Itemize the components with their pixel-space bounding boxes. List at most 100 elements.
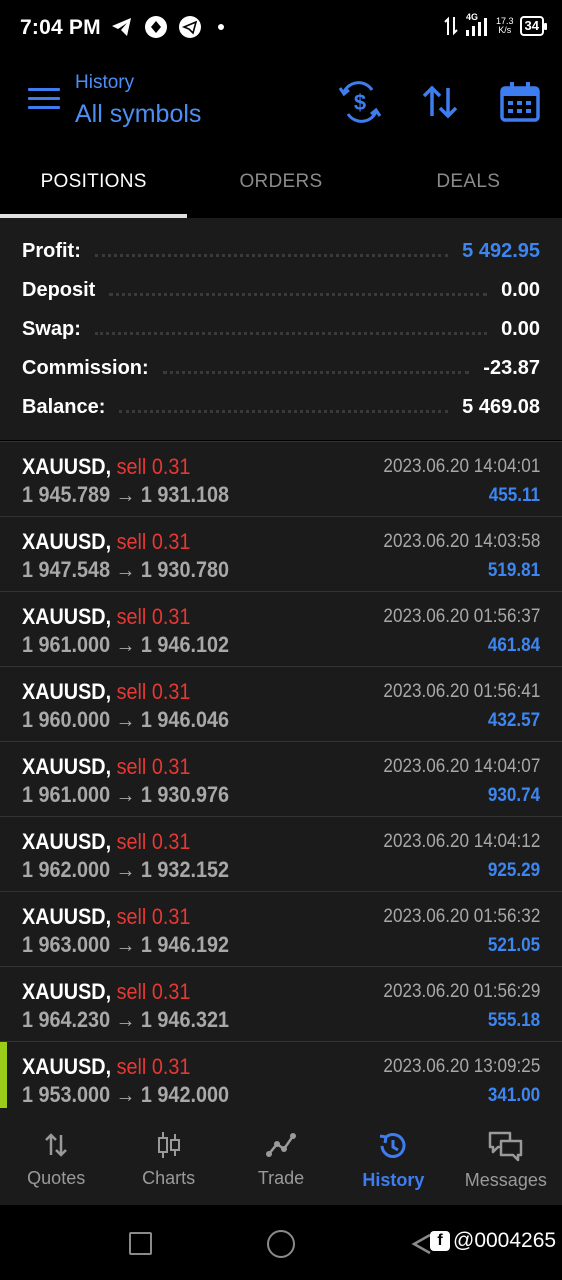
position-row[interactable]: XAUUSD, sell 0.31 1 962.000 → 1 932.152 …: [0, 816, 562, 891]
summary-label: Profit:: [22, 240, 81, 262]
position-profit: 555.18: [487, 1010, 540, 1031]
trade-side: sell 0.31: [116, 1054, 191, 1079]
summary-value: 5 469.08: [462, 396, 540, 418]
close-price: 1 931.108: [140, 482, 229, 507]
symbol-text: XAUUSD,: [22, 529, 112, 554]
position-row[interactable]: XAUUSD, sell 0.31 1 945.789 → 1 931.108 …: [0, 441, 562, 516]
telegram-icon: [112, 18, 131, 36]
tab-positions[interactable]: POSITIONS: [0, 148, 187, 218]
symbol-text: XAUUSD,: [22, 1054, 112, 1079]
summary-row-deposit: Deposit 0.00: [0, 271, 562, 310]
battery-icon: 34: [519, 16, 548, 36]
nav-messages[interactable]: Messages: [450, 1108, 562, 1205]
symbol-text: XAUUSD,: [22, 454, 112, 479]
system-navigation-bar: f @0004265: [0, 1205, 562, 1280]
arrow-icon: →: [115, 782, 136, 807]
telegram-circle-icon: [179, 16, 201, 38]
leader-dots: [119, 410, 449, 413]
position-profit: 461.84: [487, 635, 540, 656]
sort-icon[interactable]: [416, 78, 464, 126]
symbol-text: XAUUSD,: [22, 754, 112, 779]
position-row[interactable]: XAUUSD, sell 0.31 1 947.548 → 1 930.780 …: [0, 516, 562, 591]
summary-label: Deposit: [22, 279, 96, 301]
summary-row-swap: Swap: 0.00: [0, 310, 562, 349]
system-status: 4G 17.3 K/s 34: [444, 12, 548, 38]
symbol-text: XAUUSD,: [22, 904, 112, 929]
position-prices: 1 961.000 → 1 930.976: [22, 782, 229, 808]
position-prices: 1 960.000 → 1 946.046: [22, 707, 229, 733]
candlestick-icon: [157, 1132, 180, 1158]
close-price: 1 942.000: [140, 1082, 229, 1107]
leader-dots: [162, 371, 470, 374]
close-price: 1 946.192: [140, 932, 229, 957]
trade-side: sell 0.31: [116, 604, 191, 629]
close-price: 1 930.780: [140, 557, 229, 582]
open-price: 1 953.000: [22, 1082, 111, 1107]
menu-icon[interactable]: [28, 88, 60, 112]
position-row[interactable]: XAUUSD, sell 0.31 1 961.000 → 1 930.976 …: [0, 741, 562, 816]
position-datetime: 2023.06.20 01:56:32: [383, 906, 540, 927]
leader-dots: [109, 293, 488, 296]
arrow-icon: →: [115, 1082, 136, 1107]
open-price: 1 964.230: [22, 1007, 111, 1032]
position-prices: 1 945.789 → 1 931.108: [22, 482, 229, 508]
account-summary: Profit: 5 492.95 Deposit 0.00 Swap: 0.00…: [0, 218, 562, 440]
position-profit: 925.29: [487, 860, 540, 881]
arrow-icon: →: [115, 632, 136, 657]
close-price: 1 932.152: [140, 857, 229, 882]
open-price: 1 961.000: [22, 782, 111, 807]
home-button[interactable]: [267, 1230, 295, 1258]
nav-label: Quotes: [27, 1168, 86, 1188]
position-row[interactable]: XAUUSD, sell 0.31 1 961.000 → 1 946.102 …: [0, 591, 562, 666]
nav-trade[interactable]: Trade: [225, 1108, 337, 1205]
nav-charts[interactable]: Charts: [112, 1108, 224, 1205]
position-symbol: XAUUSD, sell 0.31: [22, 604, 190, 630]
currency-exchange-icon[interactable]: $: [336, 78, 384, 126]
position-prices: 1 963.000 → 1 946.192: [22, 932, 229, 958]
position-profit: 341.00: [487, 1085, 540, 1106]
position-row[interactable]: XAUUSD, sell 0.31 1 964.230 → 1 946.321 …: [0, 966, 562, 1041]
net-speed-unit: K/s: [498, 25, 512, 35]
calendar-icon[interactable]: [496, 78, 544, 126]
symbol-text: XAUUSD,: [22, 829, 112, 854]
position-symbol: XAUUSD, sell 0.31: [22, 829, 190, 855]
nav-history[interactable]: History: [337, 1108, 449, 1205]
position-symbol: XAUUSD, sell 0.31: [22, 529, 190, 555]
more-notifications-icon: [218, 24, 224, 30]
symbol-selector[interactable]: All symbols: [75, 100, 201, 129]
position-prices: 1 962.000 → 1 932.152: [22, 857, 229, 883]
arrow-icon: →: [115, 707, 136, 732]
leader-dots: [94, 332, 488, 335]
position-profit: 930.74: [487, 785, 540, 806]
open-price: 1 961.000: [22, 632, 111, 657]
trade-side: sell 0.31: [116, 529, 191, 554]
arrow-icon: →: [115, 1007, 136, 1032]
open-price: 1 960.000: [22, 707, 111, 732]
nav-label: Charts: [142, 1168, 196, 1188]
nav-quotes[interactable]: Quotes: [0, 1108, 112, 1205]
tab-orders[interactable]: ORDERS: [187, 148, 374, 218]
position-datetime: 2023.06.20 01:56:29: [383, 981, 540, 1002]
position-row[interactable]: XAUUSD, sell 0.31 1 960.000 → 1 946.046 …: [0, 666, 562, 741]
summary-label: Commission:: [22, 357, 149, 379]
position-prices: 1 964.230 → 1 946.321: [22, 1007, 229, 1033]
position-row[interactable]: XAUUSD, sell 0.31 1 953.000 → 1 942.000 …: [0, 1041, 562, 1108]
position-symbol: XAUUSD, sell 0.31: [22, 454, 190, 480]
arrows-updown-icon: [45, 1133, 68, 1157]
net-speed: 17.3 K/s: [496, 17, 514, 35]
position-row[interactable]: XAUUSD, sell 0.31 1 963.000 → 1 946.192 …: [0, 891, 562, 966]
close-price: 1 946.102: [140, 632, 229, 657]
nav-label: Messages: [464, 1170, 547, 1190]
watermark: f @0004265: [430, 1229, 556, 1253]
tab-deals[interactable]: DEALS: [375, 148, 562, 218]
facebook-icon: f: [430, 1231, 450, 1251]
summary-value: 0.00: [501, 318, 540, 340]
position-profit: 455.11: [488, 485, 540, 506]
app-header: History All symbols $: [0, 58, 562, 148]
history-tabs: POSITIONS ORDERS DEALS: [0, 148, 562, 218]
open-price: 1 962.000: [22, 857, 111, 882]
recent-apps-button[interactable]: [129, 1232, 152, 1255]
watermark-text: @0004265: [453, 1229, 557, 1252]
position-datetime: 2023.06.20 14:04:07: [383, 756, 540, 777]
summary-label: Balance:: [22, 396, 106, 418]
